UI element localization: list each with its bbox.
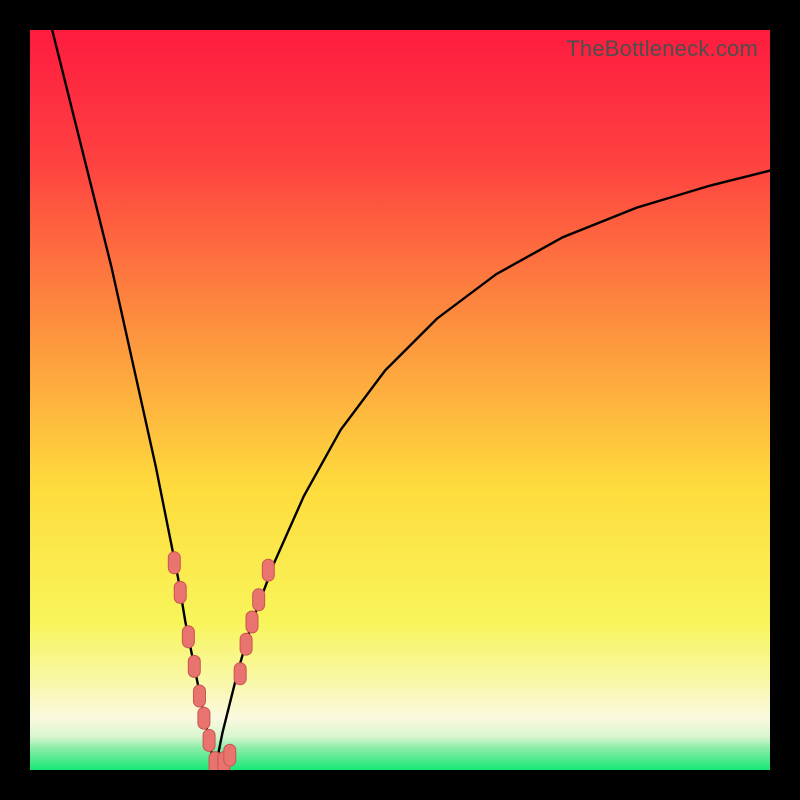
data-marker — [234, 663, 246, 685]
curve-right-branch — [215, 171, 770, 770]
data-marker — [188, 655, 200, 677]
data-marker — [203, 729, 215, 751]
data-marker — [246, 611, 258, 633]
data-marker — [224, 744, 236, 766]
data-marker — [182, 626, 194, 648]
data-marker — [262, 559, 274, 581]
data-marker — [253, 589, 265, 611]
watermark-text: TheBottleneck.com — [566, 36, 758, 62]
data-marker — [174, 581, 186, 603]
chart-frame: TheBottleneck.com — [0, 0, 800, 800]
plot-area: TheBottleneck.com — [30, 30, 770, 770]
data-marker — [198, 707, 210, 729]
bottleneck-curve — [30, 30, 770, 770]
data-marker — [240, 633, 252, 655]
data-marker — [168, 552, 180, 574]
data-marker — [193, 685, 205, 707]
